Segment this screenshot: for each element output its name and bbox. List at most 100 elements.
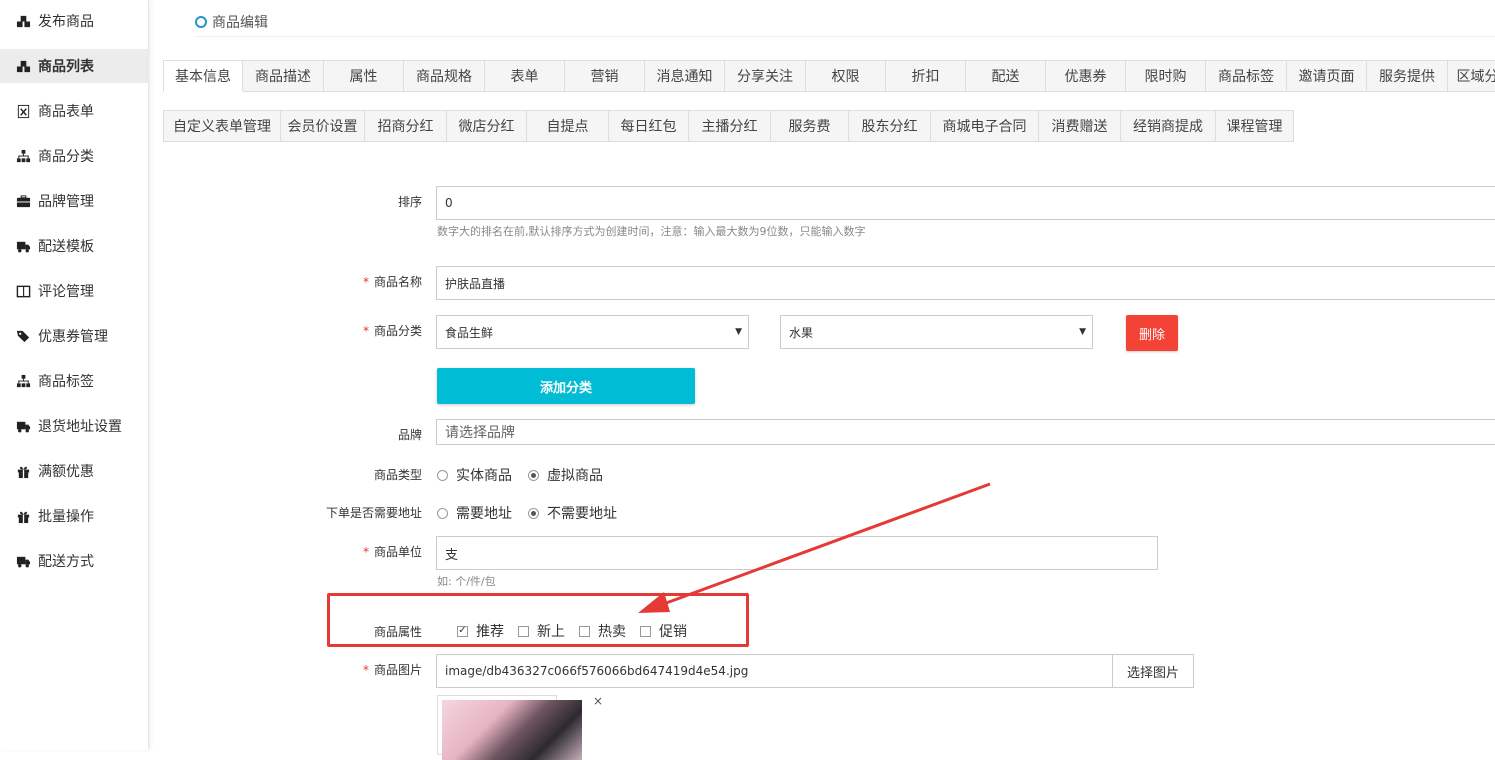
radio-no-address[interactable] xyxy=(528,507,539,519)
category-select-2[interactable]: 水果 ▼ xyxy=(780,315,1093,349)
tab-item[interactable]: 邀请页面 xyxy=(1287,60,1367,92)
excel-file-icon xyxy=(14,104,32,119)
sidebar-item[interactable]: 满额优惠 xyxy=(0,454,148,488)
tab-item[interactable]: 权限 xyxy=(806,60,886,92)
tab-item[interactable]: 股东分红 xyxy=(849,110,931,142)
sidebar-item[interactable]: 商品标签 xyxy=(0,364,148,398)
tags-icon xyxy=(14,329,32,344)
sidebar-item[interactable]: 品牌管理 xyxy=(0,184,148,218)
sidebar-item[interactable]: 评论管理 xyxy=(0,274,148,308)
image-thumbnail xyxy=(437,695,582,760)
brand-select[interactable]: 请选择品牌 xyxy=(436,419,1495,445)
page-title: 商品编辑 xyxy=(212,15,268,31)
tab-item[interactable]: 基本信息 xyxy=(163,60,243,92)
columns-icon xyxy=(14,284,32,299)
sidebar-item[interactable]: 商品列表 xyxy=(0,49,148,83)
tab-item[interactable]: 表单 xyxy=(485,60,565,92)
sidebar-item[interactable]: 批量操作 xyxy=(0,499,148,533)
brand-label: 品牌 xyxy=(397,428,422,442)
sidebar-item-label: 商品列表 xyxy=(38,59,94,75)
tab-item[interactable]: 课程管理 xyxy=(1216,110,1294,142)
tab-item[interactable]: 商品标签 xyxy=(1206,60,1287,92)
tab-item[interactable]: 服务提供 xyxy=(1367,60,1448,92)
gift-icon xyxy=(14,509,32,524)
tab-item[interactable]: 分享关注 xyxy=(725,60,806,92)
tab-item[interactable]: 主播分红 xyxy=(689,110,771,142)
sidebar-item-label: 批量操作 xyxy=(38,509,94,525)
radio-need-address[interactable] xyxy=(437,507,448,519)
option-label: 不需要地址 xyxy=(547,506,617,522)
sidebar-item-label: 商品表单 xyxy=(38,104,94,120)
tab-item[interactable]: 消费赠送 xyxy=(1039,110,1121,142)
gift-icon xyxy=(14,464,32,479)
sidebar-item-label: 发布商品 xyxy=(38,14,94,30)
sidebar-item-label: 退货地址设置 xyxy=(38,419,122,435)
tab-bar-secondary: 自定义表单管理 会员价设置 招商分红 微店分红 自提点 每日红包 主播分红 服务费 股东分红 商城… xyxy=(163,110,1294,142)
sidebar-item[interactable]: 商品表单 xyxy=(0,94,148,128)
address-options: 需要地址 不需要地址 xyxy=(437,503,617,523)
choose-image-button[interactable]: 选择图片 xyxy=(1112,654,1194,688)
tab-item[interactable]: 招商分红 xyxy=(365,110,447,142)
sidebar-item-label: 品牌管理 xyxy=(38,194,94,210)
sort-label: 排序 xyxy=(397,195,422,209)
tab-item[interactable]: 自定义表单管理 xyxy=(163,110,281,142)
sitemap-icon xyxy=(14,374,32,389)
remove-image-icon[interactable]: × xyxy=(593,694,603,708)
tab-item[interactable]: 每日红包 xyxy=(609,110,689,142)
tab-item[interactable]: 商品规格 xyxy=(404,60,485,92)
tab-bar-primary: 基本信息 商品描述 属性 商品规格 表单 营销 消息通知 分享关注 权限 折扣 配送 优惠券 限时购 商品… xyxy=(163,60,1495,92)
tab-item[interactable]: 属性 xyxy=(324,60,404,92)
tab-item[interactable]: 优惠券 xyxy=(1046,60,1126,92)
tab-item[interactable]: 限时购 xyxy=(1126,60,1206,92)
tab-item[interactable]: 区域分 xyxy=(1448,60,1495,92)
breadcrumb-divider xyxy=(195,36,1495,37)
sort-hint: 数字大的排名在前,默认排序方式为创建时间，注意：输入最大数为9位数，只能输入数字 xyxy=(437,225,866,238)
tab-item[interactable]: 商城电子合同 xyxy=(931,110,1039,142)
caret-down-icon: ▼ xyxy=(735,327,742,337)
image-path-input[interactable]: image/db436327c066f576066bd647419d4e54.j… xyxy=(436,654,1114,688)
tab-item[interactable]: 营销 xyxy=(565,60,645,92)
sidebar-item[interactable]: 配送方式 xyxy=(0,544,148,578)
image-label: * 商品图片 xyxy=(362,663,422,677)
cubes-icon xyxy=(14,59,32,74)
sidebar-item-label: 商品标签 xyxy=(38,374,94,390)
product-image xyxy=(442,700,582,760)
tab-item[interactable]: 微店分红 xyxy=(447,110,527,142)
sidebar-item[interactable]: 退货地址设置 xyxy=(0,409,148,443)
category-select-1[interactable]: 食品生鲜 ▼ xyxy=(436,315,749,349)
address-label: 下单是否需要地址 xyxy=(325,506,422,520)
product-type-options: 实体商品 虚拟商品 xyxy=(437,465,603,485)
sidebar-item-label: 商品分类 xyxy=(38,149,94,165)
tab-item[interactable]: 自提点 xyxy=(527,110,609,142)
cubes-icon xyxy=(14,14,32,29)
sitemap-icon xyxy=(14,149,32,164)
name-label: * 商品名称 xyxy=(362,275,422,289)
truck-icon xyxy=(14,554,32,569)
tab-item[interactable]: 消息通知 xyxy=(645,60,725,92)
option-label: 虚拟商品 xyxy=(547,468,603,484)
tab-item[interactable]: 会员价设置 xyxy=(281,110,365,142)
tab-item[interactable]: 折扣 xyxy=(886,60,966,92)
product-name-input[interactable]: 护肤品直播 xyxy=(436,266,1495,300)
tab-item[interactable]: 商品描述 xyxy=(243,60,324,92)
sidebar-item[interactable]: 优惠券管理 xyxy=(0,319,148,353)
briefcase-icon xyxy=(14,194,32,209)
sidebar-item[interactable]: 商品分类 xyxy=(0,139,148,173)
sidebar-item[interactable]: 配送模板 xyxy=(0,229,148,263)
unit-label: * 商品单位 xyxy=(362,545,422,559)
sort-input[interactable]: 0 xyxy=(436,186,1495,220)
tab-item[interactable]: 配送 xyxy=(966,60,1046,92)
sidebar-item-label: 优惠券管理 xyxy=(38,329,108,345)
circle-icon xyxy=(195,16,207,28)
sidebar-item-label: 配送方式 xyxy=(38,554,94,570)
truck-icon xyxy=(14,419,32,434)
sidebar-item-label: 配送模板 xyxy=(38,239,94,255)
add-category-button[interactable]: 添加分类 xyxy=(437,368,695,404)
radio-virtual[interactable] xyxy=(528,469,539,481)
sidebar-item[interactable]: 发布商品 xyxy=(0,4,148,38)
tab-item[interactable]: 服务费 xyxy=(771,110,849,142)
radio-physical[interactable] xyxy=(437,469,448,481)
delete-category-button[interactable]: 删除 xyxy=(1126,315,1178,351)
tab-item[interactable]: 经销商提成 xyxy=(1121,110,1216,142)
sidebar-item-label: 满额优惠 xyxy=(38,464,94,480)
